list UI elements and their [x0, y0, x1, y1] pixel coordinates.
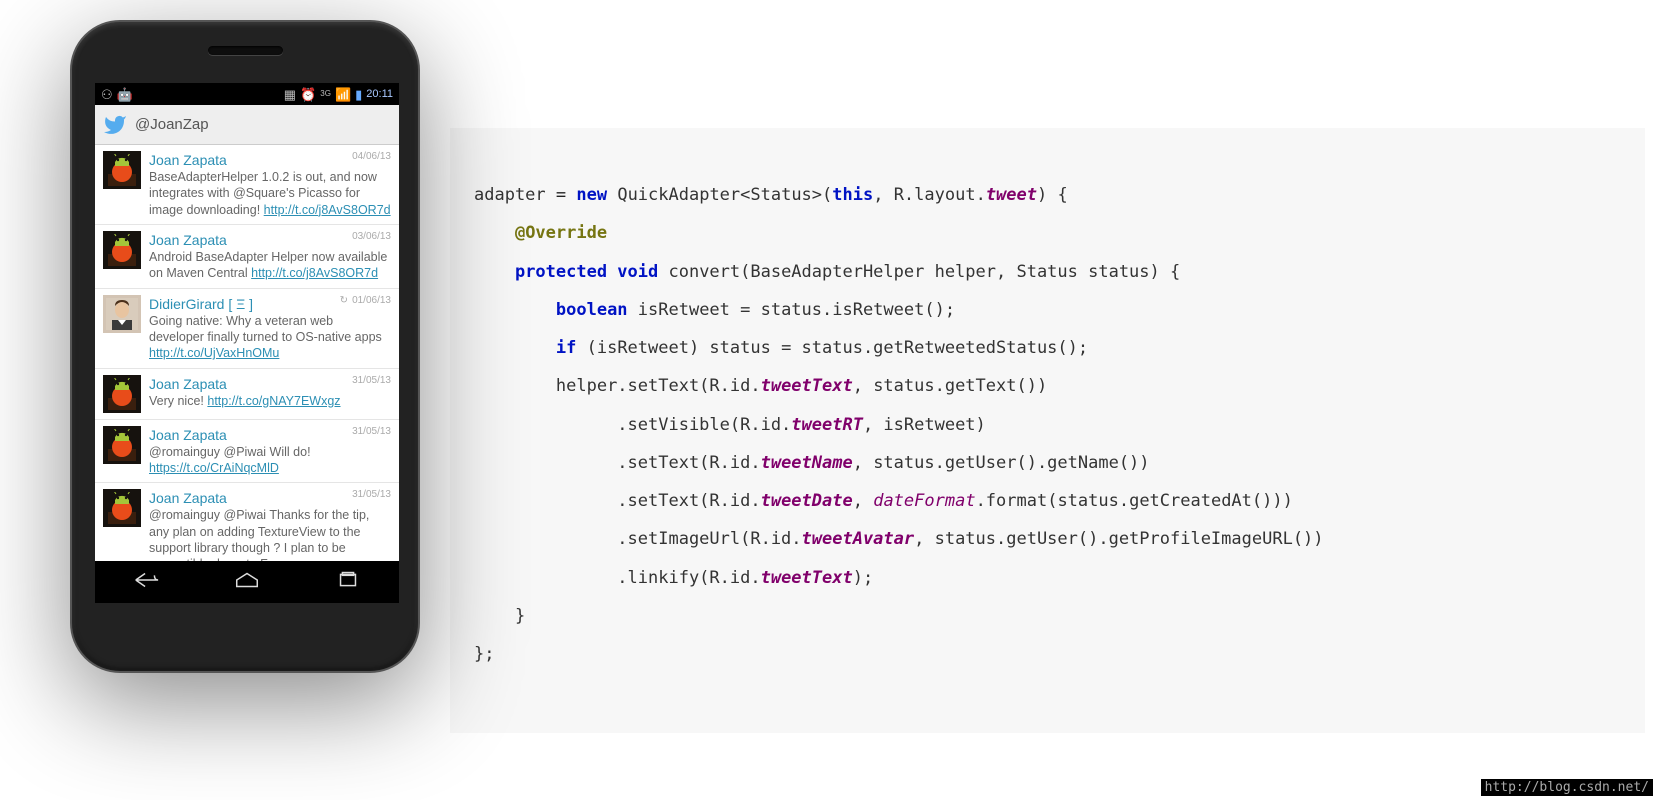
- tweet-link[interactable]: http://t.co/gNAY7EWxgz: [207, 394, 340, 408]
- avatar[interactable]: [103, 231, 141, 269]
- tweet-item[interactable]: Joan ZapataVery nice! http://t.co/gNAY7E…: [95, 369, 399, 420]
- phone-mockup: ⚇ 🤖 ▦ ⏰ 3G 📶 ▮ 20:11 @JoanZap: [70, 20, 420, 673]
- retweet-icon: ↻: [340, 295, 348, 306]
- avatar[interactable]: [103, 151, 141, 189]
- tweet-item[interactable]: Joan ZapataBaseAdapterHelper 1.0.2 is ou…: [95, 145, 399, 225]
- tweet-link[interactable]: http://t.co/j8AvS8OR7d: [251, 266, 378, 280]
- tweet-text: Going native: Why a veteran web develope…: [149, 314, 382, 344]
- tweet-list[interactable]: Joan ZapataBaseAdapterHelper 1.0.2 is ou…: [95, 145, 399, 579]
- tweet-body: Joan Zapata@romainguy @Piwai Thanks for …: [149, 489, 391, 572]
- alarm-icon: ⏰: [300, 88, 316, 101]
- watermark: http://blog.csdn.net/: [1481, 779, 1653, 796]
- avatar[interactable]: [103, 489, 141, 527]
- vibrate-icon: ▦: [284, 88, 296, 101]
- tweet-date: 31/05/13: [352, 375, 391, 386]
- tweet-date: 31/05/13: [352, 426, 391, 437]
- code-snippet: adapter = new QuickAdapter<Status>(this,…: [450, 128, 1645, 733]
- app-header: @JoanZap: [95, 105, 399, 145]
- nav-home-button[interactable]: [233, 570, 261, 595]
- tweet-item[interactable]: Joan Zapata@romainguy @Piwai Will do! ht…: [95, 420, 399, 484]
- tweet-link[interactable]: https://t.co/CrAiNqcMlD: [149, 461, 279, 475]
- phone-screen: ⚇ 🤖 ▦ ⏰ 3G 📶 ▮ 20:11 @JoanZap: [95, 83, 399, 603]
- tweet-link[interactable]: http://t.co/UjVaxHnOMu: [149, 346, 279, 360]
- voicemail-icon: ⚇: [101, 88, 113, 101]
- avatar[interactable]: [103, 295, 141, 333]
- twitter-icon: [103, 113, 127, 137]
- network-icon: 3G: [320, 90, 331, 98]
- avatar[interactable]: [103, 375, 141, 413]
- battery-icon: ▮: [355, 88, 362, 101]
- tweet-item[interactable]: DidierGirard [ Ξ ]Going native: Why a ve…: [95, 289, 399, 369]
- tweet-date: ↻01/06/13: [340, 295, 391, 306]
- nav-bar: [95, 561, 399, 603]
- phone-speaker: [208, 46, 283, 55]
- username-handle: @JoanZap: [135, 116, 209, 133]
- tweet-date: 03/06/13: [352, 231, 391, 242]
- status-bar: ⚇ 🤖 ▦ ⏰ 3G 📶 ▮ 20:11: [95, 83, 399, 105]
- android-icon: 🤖: [117, 88, 133, 101]
- tweet-date: 31/05/13: [352, 489, 391, 500]
- avatar[interactable]: [103, 426, 141, 464]
- tweet-link[interactable]: http://t.co/j8AvS8OR7d: [264, 203, 391, 217]
- nav-recent-button[interactable]: [334, 570, 362, 595]
- tweet-text: Very nice!: [149, 394, 207, 408]
- tweet-text: @romainguy @Piwai Will do!: [149, 445, 311, 459]
- tweet-item[interactable]: Joan ZapataAndroid BaseAdapter Helper no…: [95, 225, 399, 289]
- signal-icon: 📶: [335, 88, 351, 101]
- clock-time: 20:11: [366, 88, 393, 100]
- tweet-date: 04/06/13: [352, 151, 391, 162]
- nav-back-button[interactable]: [132, 570, 160, 595]
